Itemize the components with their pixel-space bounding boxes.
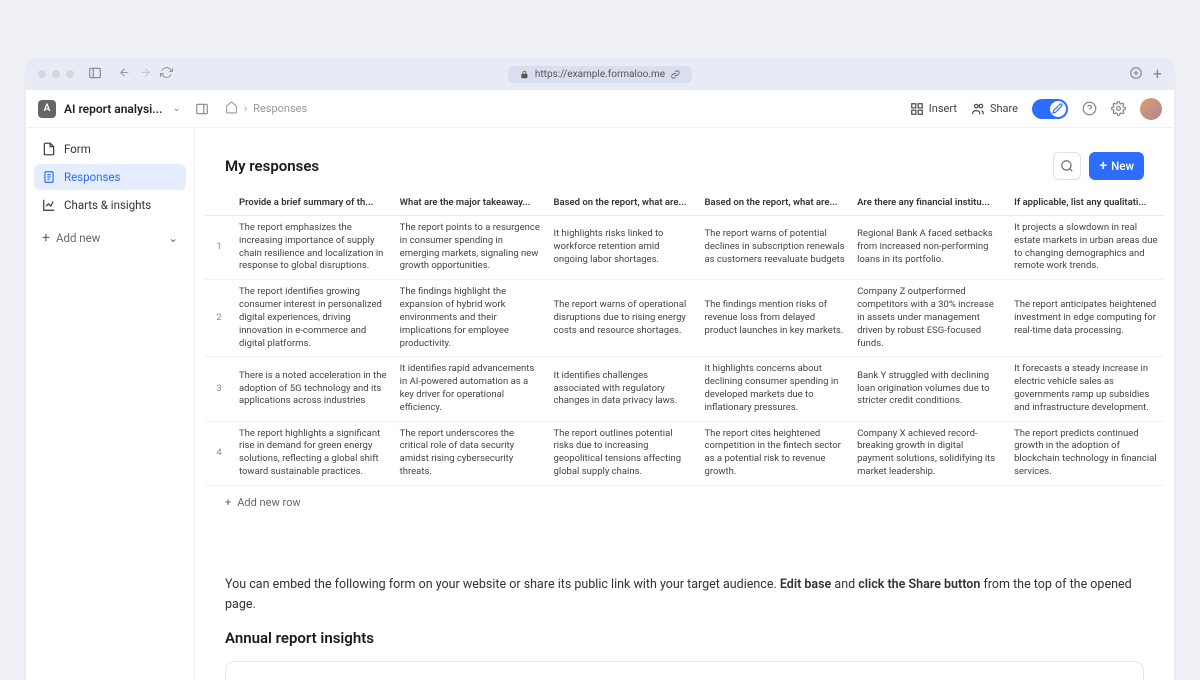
new-button[interactable]: + New (1089, 152, 1144, 180)
table-header[interactable]: Are there any financial institu... (851, 190, 1008, 216)
table-cell[interactable]: It projects a slowdown in real estate ma… (1008, 216, 1164, 280)
url-text: https://example.formaloo.me (535, 69, 665, 80)
table-row[interactable]: 1The report emphasizes the increasing im… (205, 216, 1164, 280)
chart-icon (42, 198, 56, 212)
grid-icon (910, 102, 924, 116)
settings-icon[interactable] (1111, 101, 1126, 116)
new-button-label: New (1111, 159, 1134, 173)
table-cell[interactable]: The report emphasizes the increasing imp… (233, 216, 394, 280)
row-number: 2 (205, 280, 233, 357)
url-bar[interactable]: https://example.formaloo.me (508, 66, 692, 83)
document-icon (42, 142, 56, 156)
clipboard-icon (42, 170, 56, 184)
reload-icon[interactable] (160, 66, 173, 82)
page-title: My responses (225, 157, 319, 175)
table-header-num (205, 190, 233, 216)
table-header[interactable]: What are the major takeaway... (394, 190, 548, 216)
sidebar-item-responses[interactable]: Responses (34, 164, 186, 190)
table-cell[interactable]: Regional Bank A faced setbacks from incr… (851, 216, 1008, 280)
traffic-lights (38, 70, 74, 78)
help-icon[interactable] (1082, 101, 1097, 116)
app-topbar: A AI report analysi... ⌄ › Responses Ins… (26, 90, 1174, 128)
people-icon (971, 102, 985, 116)
close-dot[interactable] (38, 70, 46, 78)
table-cell[interactable]: Bank Y struggled with declining loan ori… (851, 357, 1008, 421)
home-icon[interactable] (225, 101, 238, 117)
pencil-icon (1052, 103, 1063, 114)
table-cell[interactable]: The report warns of potential declines i… (699, 216, 852, 280)
search-button[interactable] (1053, 152, 1081, 180)
table-cell[interactable]: The report warns of operational disrupti… (547, 280, 698, 357)
app-badge: A (38, 100, 56, 118)
table-cell[interactable]: The findings mention risks of revenue lo… (699, 280, 852, 357)
embed-instructions: You can embed the following form on your… (195, 575, 1174, 615)
sidebar-item-form[interactable]: Form (34, 136, 186, 162)
insert-button[interactable]: Insert (910, 102, 957, 116)
edit-mode-toggle[interactable] (1032, 99, 1068, 119)
share-label: Share (990, 102, 1018, 115)
table-cell[interactable]: The report outlines potential risks due … (547, 421, 698, 485)
form-card: Edit Form View Form (225, 661, 1144, 680)
maximize-dot[interactable] (66, 70, 74, 78)
table-header[interactable]: Based on the report, what are... (547, 190, 698, 216)
forward-icon[interactable] (139, 66, 152, 82)
add-row-label: Add new row (237, 496, 300, 509)
table-cell[interactable]: It highlights risks linked to workforce … (547, 216, 698, 280)
main-content: My responses + New Provi (194, 128, 1174, 680)
table-cell[interactable]: The report predicts continued growth in … (1008, 421, 1164, 485)
table-row[interactable]: 4The report highlights a significant ris… (205, 421, 1164, 485)
table-cell[interactable]: There is a noted acceleration in the ado… (233, 357, 394, 421)
lock-icon (520, 70, 529, 79)
table-row[interactable]: 3There is a noted acceleration in the ad… (205, 357, 1164, 421)
add-new-button[interactable]: + Add new ⌄ (34, 224, 186, 252)
avatar[interactable] (1140, 98, 1162, 120)
table-cell[interactable]: It identifies challenges associated with… (547, 357, 698, 421)
row-number: 4 (205, 421, 233, 485)
breadcrumb: › Responses (225, 101, 307, 117)
panel-icon[interactable] (195, 102, 209, 116)
table-row[interactable]: 2The report identifies growing consumer … (205, 280, 1164, 357)
breadcrumb-current: Responses (253, 102, 307, 115)
row-number: 1 (205, 216, 233, 280)
minimize-dot[interactable] (52, 70, 60, 78)
extensions-icon[interactable] (1129, 66, 1143, 83)
table-cell[interactable]: The report anticipates heightened invest… (1008, 280, 1164, 357)
form-title: Annual report insights (195, 629, 1174, 647)
table-cell[interactable]: Company X achieved record-breaking growt… (851, 421, 1008, 485)
sidebar-item-label: Charts & insights (64, 198, 151, 212)
back-icon[interactable] (118, 66, 131, 82)
app-title: AI report analysi... (64, 102, 162, 116)
chevron-right-icon: › (244, 102, 247, 115)
share-button[interactable]: Share (971, 102, 1018, 116)
insert-label: Insert (929, 102, 957, 115)
chevron-down-icon: ⌄ (168, 231, 178, 245)
browser-titlebar: https://example.formaloo.me + (26, 58, 1174, 90)
search-icon (1060, 159, 1074, 173)
sidebar-toggle-icon[interactable] (88, 66, 102, 83)
sidebar-item-charts[interactable]: Charts & insights (34, 192, 186, 218)
add-new-label: Add new (56, 231, 100, 245)
table-cell[interactable]: Company Z outperformed competitors with … (851, 280, 1008, 357)
table-cell[interactable]: The report highlights a significant rise… (233, 421, 394, 485)
sidebar-item-label: Responses (64, 170, 120, 184)
new-tab-icon[interactable]: + (1153, 66, 1162, 82)
add-row-button[interactable]: + Add new row (205, 486, 1164, 519)
table-cell[interactable]: The findings highlight the expansion of … (394, 280, 548, 357)
table-cell[interactable]: The report points to a resurgence in con… (394, 216, 548, 280)
chevron-down-icon[interactable]: ⌄ (172, 103, 180, 114)
sidebar-item-label: Form (64, 142, 91, 156)
table-cell[interactable]: It forecasts a steady increase in electr… (1008, 357, 1164, 421)
table-header[interactable]: Based on the report, what are... (699, 190, 852, 216)
table-cell[interactable]: It highlights concerns about declining c… (699, 357, 852, 421)
responses-table: Provide a brief summary of th... What ar… (195, 190, 1174, 519)
table-cell[interactable]: The report cites heightened competition … (699, 421, 852, 485)
sidebar: Form Responses Charts & insights + Add n… (26, 128, 194, 680)
table-cell[interactable]: It identifies rapid advancements in AI-p… (394, 357, 548, 421)
table-cell[interactable]: The report underscores the critical role… (394, 421, 548, 485)
table-cell[interactable]: The report identifies growing consumer i… (233, 280, 394, 357)
table-header[interactable]: Provide a brief summary of th... (233, 190, 394, 216)
row-number: 3 (205, 357, 233, 421)
table-header[interactable]: If applicable, list any qualitati... (1008, 190, 1164, 216)
link-icon (671, 70, 680, 79)
